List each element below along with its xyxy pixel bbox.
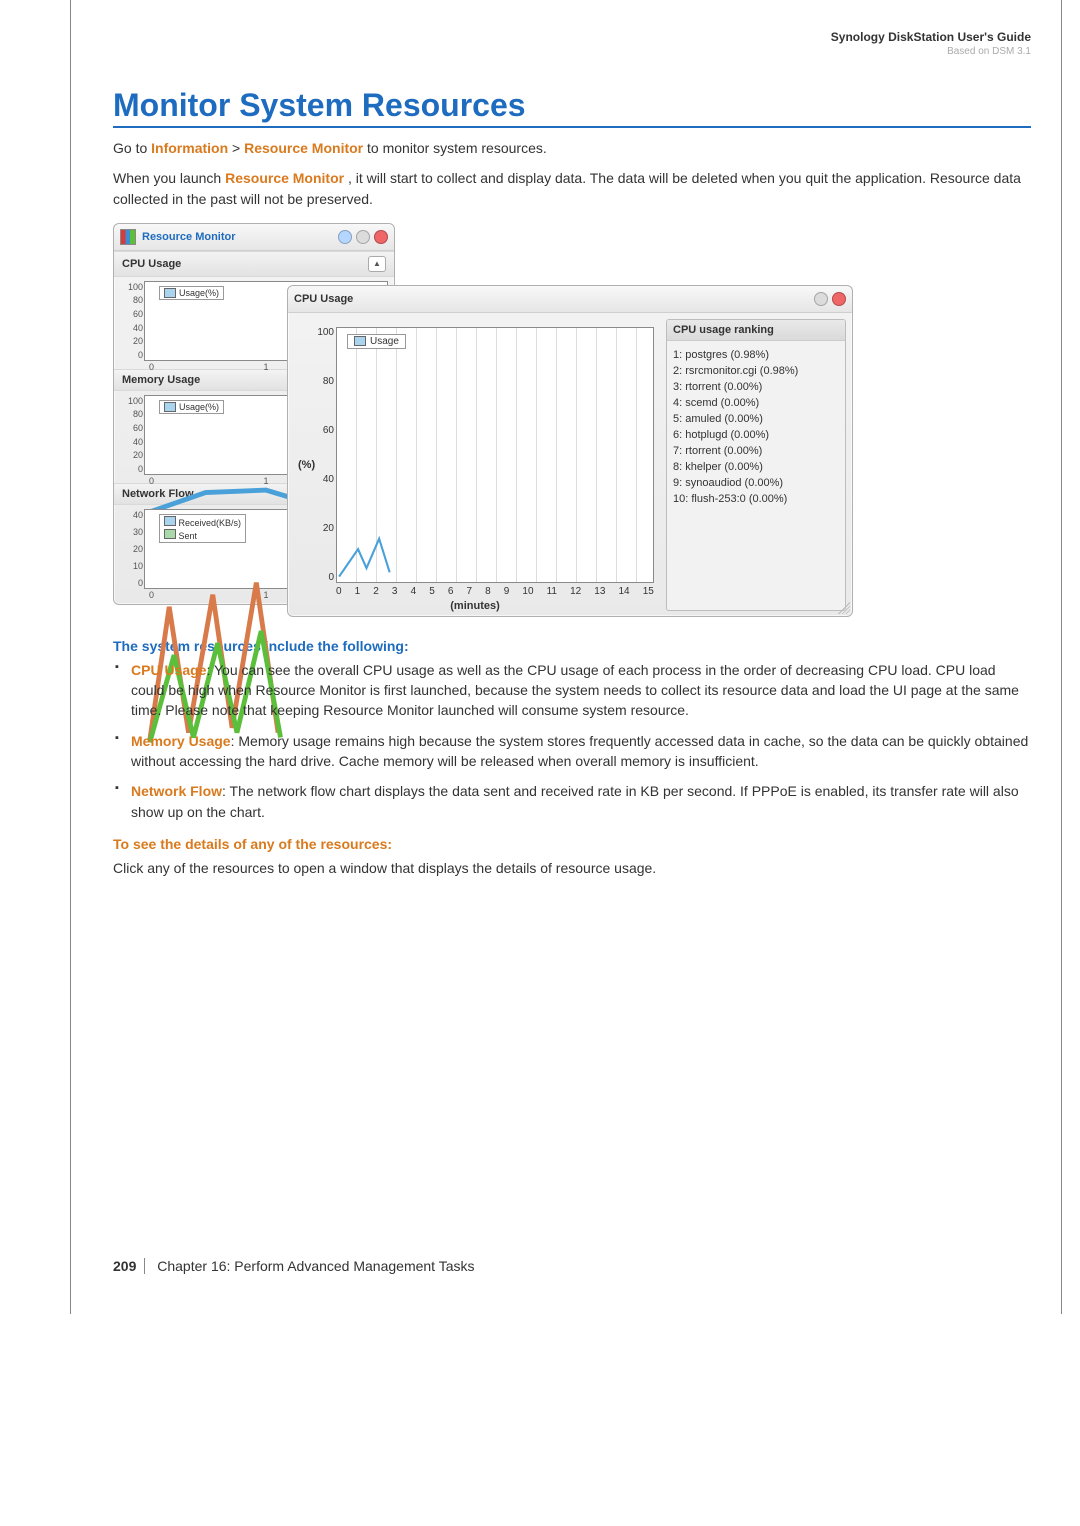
- rank-item: 2: rsrcmonitor.cgi (0.98%): [673, 365, 839, 377]
- item-label: CPU Usage: [131, 662, 206, 678]
- window-title: CPU Usage: [294, 293, 810, 305]
- rank-item: 10: flush-253:0 (0.00%): [673, 493, 839, 505]
- list-item: Network Flow: The network flow chart dis…: [115, 781, 1031, 822]
- item-text: : The network flow chart displays the da…: [131, 783, 1019, 819]
- y-axis-label: (%): [298, 459, 315, 471]
- text: >: [232, 140, 244, 156]
- close-icon[interactable]: [374, 230, 388, 244]
- cpu-big-chart[interactable]: Usage: [336, 327, 654, 583]
- y-ticks: 403020100: [125, 510, 143, 588]
- list-item: CPU Usage: You can see the overall CPU u…: [115, 660, 1031, 721]
- chapter-label: Chapter 16: Perform Advanced Management …: [157, 1258, 474, 1274]
- link-resource-monitor-2: Resource Monitor: [225, 170, 344, 186]
- item-text: : Memory usage remains high because the …: [131, 733, 1028, 769]
- titlebar[interactable]: Resource Monitor: [114, 224, 394, 251]
- line-plot: [337, 328, 653, 581]
- help-icon[interactable]: [338, 230, 352, 244]
- intro-para-1: Go to Information > Resource Monitor to …: [113, 138, 1031, 158]
- link-resource-monitor: Resource Monitor: [244, 140, 363, 156]
- x-axis-label: (minutes): [290, 600, 660, 612]
- link-information: Information: [151, 140, 228, 156]
- text: Go to: [113, 140, 151, 156]
- list-item: Memory Usage: Memory usage remains high …: [115, 731, 1031, 772]
- y-ticks: 100806040200: [125, 396, 143, 474]
- rank-item: 3: rtorrent (0.00%): [673, 381, 839, 393]
- rank-item: 9: synoaudiod (0.00%): [673, 477, 839, 489]
- cpu-usage-window: CPU Usage (%) 100806040200 Usage: [287, 285, 853, 617]
- section-label: CPU Usage: [122, 258, 181, 270]
- screenshot-area: Resource Monitor CPU Usage ▲ 10080604020…: [113, 223, 853, 618]
- page-number: 209: [113, 1258, 145, 1274]
- x-ticks: 0123456789101112131415: [336, 586, 654, 597]
- resize-handle-icon[interactable]: [838, 602, 850, 614]
- doc-subtitle: Based on DSM 3.1: [113, 46, 1031, 57]
- y-ticks: 100806040200: [316, 327, 334, 583]
- item-label: Memory Usage: [131, 733, 231, 749]
- page-footer: 209 Chapter 16: Perform Advanced Managem…: [113, 1258, 1031, 1274]
- doc-header: Synology DiskStation User's Guide Based …: [113, 30, 1031, 57]
- rank-item: 4: scemd (0.00%): [673, 397, 839, 409]
- item-label: Network Flow: [131, 783, 222, 799]
- rank-item: 5: amuled (0.00%): [673, 413, 839, 425]
- ranking-list: 1: postgres (0.98%) 2: rsrcmonitor.cgi (…: [667, 341, 845, 513]
- collapse-icon[interactable]: ▲: [368, 256, 386, 272]
- doc-title: Synology DiskStation User's Guide: [113, 30, 1031, 44]
- intro-para-2: When you launch Resource Monitor , it wi…: [113, 168, 1031, 209]
- rank-item: 8: khelper (0.00%): [673, 461, 839, 473]
- y-ticks: 100806040200: [125, 282, 143, 360]
- ranking-title: CPU usage ranking: [667, 320, 845, 341]
- rank-item: 1: postgres (0.98%): [673, 349, 839, 361]
- resource-list: CPU Usage: You can see the overall CPU u…: [113, 660, 1031, 822]
- item-text: : You can see the overall CPU usage as w…: [131, 662, 1019, 719]
- minimize-icon[interactable]: [356, 230, 370, 244]
- subheading-details: To see the details of any of the resourc…: [113, 836, 1031, 852]
- cpu-big-chart-area: (%) 100806040200 Usage 01234567891011121…: [290, 319, 660, 611]
- section-header-cpu[interactable]: CPU Usage ▲: [114, 251, 394, 277]
- plus-icon[interactable]: [814, 292, 828, 306]
- rank-item: 6: hotplugd (0.00%): [673, 429, 839, 441]
- rank-item: 7: rtorrent (0.00%): [673, 445, 839, 457]
- titlebar[interactable]: CPU Usage: [288, 286, 852, 313]
- cpu-ranking-panel: CPU usage ranking 1: postgres (0.98%) 2:…: [666, 319, 846, 611]
- close-icon[interactable]: [832, 292, 846, 306]
- text: When you launch: [113, 170, 225, 186]
- details-para: Click any of the resources to open a win…: [113, 858, 1031, 878]
- window-title: Resource Monitor: [142, 231, 334, 243]
- page-title: Monitor System Resources: [113, 87, 1031, 128]
- app-icon: [120, 229, 136, 245]
- text: to monitor system resources.: [367, 140, 547, 156]
